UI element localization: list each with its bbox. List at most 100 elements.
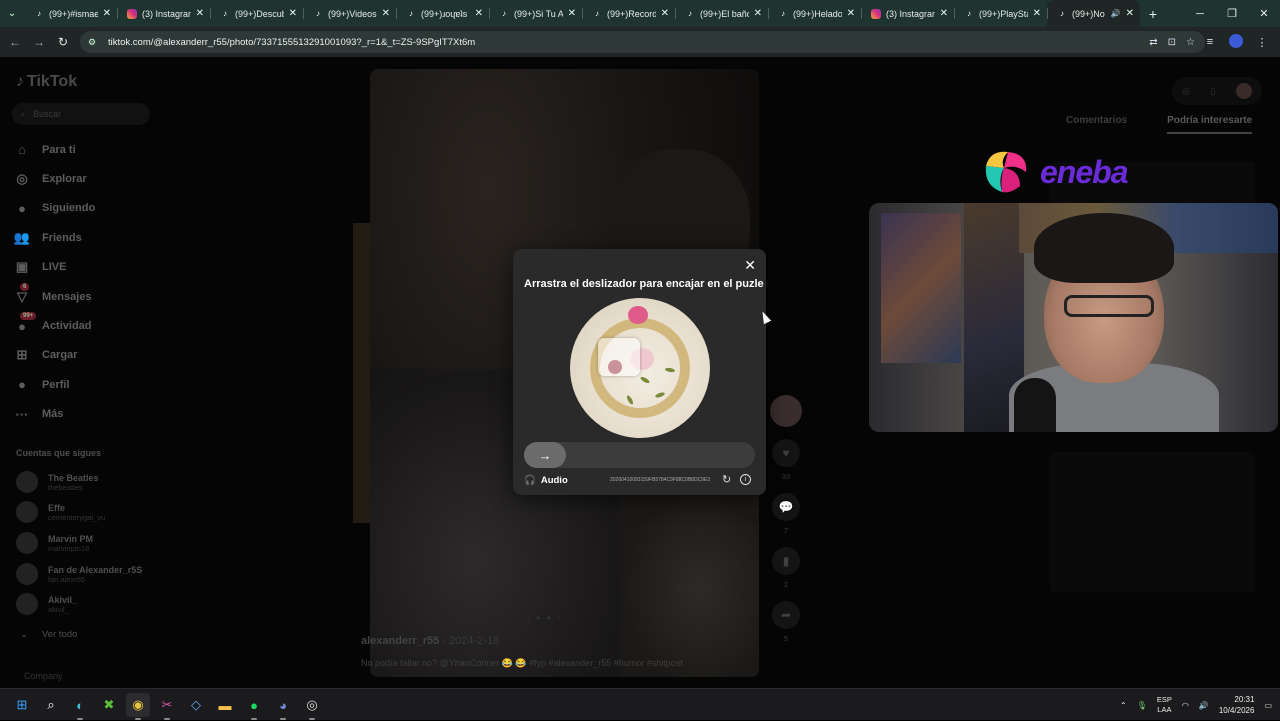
refresh-icon[interactable]: ↻ [722, 473, 731, 486]
bookmark-icon[interactable]: ▮ [772, 547, 800, 575]
language-indicator[interactable]: ESP LAA [1157, 695, 1172, 715]
browser-tab[interactable]: ♪ (99+)Si Tu A ✕ [489, 0, 582, 27]
user-avatar[interactable] [1235, 83, 1252, 99]
sidebar-item[interactable]: ● Perfil [14, 370, 95, 399]
tray-chevron-icon[interactable]: ⌃ [1120, 701, 1127, 710]
browser-tab[interactable]: ♪ (99+)Helado ✕ [768, 0, 861, 27]
device-icon[interactable]: ▯ [1210, 86, 1215, 97]
tab-recommended[interactable]: Podría interesarte [1167, 115, 1253, 134]
discord-icon[interactable]: ◕ [271, 693, 295, 720]
snipping-tool-icon[interactable]: ✂ [155, 693, 179, 720]
sidebar-item[interactable]: ⊞ Cargar [14, 341, 95, 370]
followed-account[interactable]: Effe cementerygal_vu [16, 501, 105, 523]
prev-icon[interactable]: ‹ [527, 613, 530, 622]
close-icon[interactable]: ✕ [744, 257, 756, 274]
sidebar-item[interactable]: ··· Más [14, 400, 95, 429]
tab-close-icon[interactable]: ✕ [1033, 8, 1041, 19]
obs-icon[interactable]: ◎ [300, 693, 324, 720]
tab-title: (99+)Descub [235, 8, 284, 19]
vscode-icon[interactable]: ◇ [184, 693, 208, 717]
author-avatar[interactable] [770, 395, 802, 427]
tab-audio-icon[interactable]: 🔊 [1111, 9, 1121, 18]
see-all-link[interactable]: ⌄ Ver todo [20, 629, 77, 640]
close-window-icon[interactable]: ✕ [1248, 0, 1280, 27]
tab-search-icon[interactable]: ⌄ [0, 0, 24, 27]
translate-icon[interactable]: ⇄ [1149, 37, 1157, 48]
followed-account[interactable]: Fan de Alexander_r5S fan.alexr55 [16, 563, 142, 585]
tab-close-icon[interactable]: ✕ [940, 8, 948, 19]
media-controls-icon[interactable]: ≡ [1200, 36, 1220, 48]
spotify-icon[interactable]: ● [242, 693, 266, 720]
tab-close-icon[interactable]: ✕ [196, 8, 204, 19]
volume-icon[interactable]: 🔊 [1199, 701, 1209, 710]
tab-close-icon[interactable]: ✕ [289, 8, 297, 19]
xbox-icon[interactable]: ✖ [97, 693, 121, 717]
search-input[interactable]: ⌕ Buscar [12, 103, 150, 125]
sidebar-item[interactable]: 👥 Friends [14, 223, 95, 252]
sidebar-item[interactable]: ▣ LIVE [14, 253, 95, 282]
comment-icon[interactable]: 💬 [772, 493, 800, 521]
followed-account[interactable]: Akivil_ akivil_ [16, 593, 77, 615]
tab-close-icon[interactable]: ✕ [475, 8, 483, 19]
edge-icon[interactable]: ◐ [68, 693, 92, 720]
browser-tab[interactable]: (3) Instagram ✕ [117, 0, 210, 27]
sidebar-item[interactable]: ● Siguiendo [14, 194, 95, 223]
reload-icon[interactable]: ↻ [51, 27, 75, 57]
tab-close-icon[interactable]: ✕ [661, 8, 669, 19]
forward-icon[interactable]: → [27, 27, 51, 57]
tab-close-icon[interactable]: ✕ [382, 8, 390, 19]
microphone-icon[interactable]: 🎙 [1137, 701, 1147, 710]
browser-tab[interactable]: ♪ (99+)Videos ✕ [303, 0, 396, 27]
wifi-icon[interactable]: ◠ [1182, 701, 1189, 710]
post-author[interactable]: alexanderr_r55 · 2024-2-18 [361, 635, 499, 647]
info-icon[interactable]: i [740, 474, 751, 485]
minimize-icon[interactable]: ─ [1184, 0, 1216, 27]
restore-icon[interactable]: ❐ [1216, 0, 1248, 27]
captcha-slider-track[interactable]: → [524, 442, 755, 468]
sidebar-item[interactable]: ● 99+ Actividad [14, 311, 95, 340]
browser-tab[interactable]: ♪ (99+)No 🔊 ✕ [1047, 0, 1140, 27]
tab-close-icon[interactable]: ✕ [847, 8, 855, 19]
browser-tab[interactable]: ♪ (99+)#ismae ✕ [24, 0, 117, 27]
clock[interactable]: 20:31 10/4/2026 [1219, 694, 1255, 716]
coins-icon[interactable]: ◎ [1182, 86, 1190, 97]
tab-comments[interactable]: Comentarios [1066, 115, 1127, 134]
install-icon[interactable]: ⊡ [1168, 37, 1176, 48]
tab-close-icon[interactable]: ✕ [754, 8, 762, 19]
post-username[interactable]: alexanderr_r55 [361, 635, 439, 647]
tab-close-icon[interactable]: ✕ [568, 8, 576, 19]
browser-tab[interactable]: ♪ (99+)Record ✕ [582, 0, 675, 27]
new-tab-button[interactable]: + [1140, 6, 1166, 22]
slider-handle[interactable]: → [524, 442, 566, 468]
site-info-icon[interactable]: ⚙ [88, 37, 100, 48]
tab-close-icon[interactable]: ✕ [1126, 8, 1134, 19]
next-icon[interactable]: › [557, 613, 560, 622]
profile-avatar[interactable] [1226, 33, 1246, 51]
followed-account[interactable]: Marvin PM marvinpm18 [16, 532, 93, 554]
sidebar-item[interactable]: ◎ Explorar [14, 164, 95, 193]
browser-tab[interactable]: ♪ (99+)El baño ✕ [675, 0, 768, 27]
carousel-dots[interactable]: ‹ ● ● › [527, 613, 560, 622]
chrome-menu-icon[interactable]: ⋮ [1252, 36, 1272, 49]
search-taskbar-icon[interactable]: ⌕ [39, 693, 63, 717]
tab-close-icon[interactable]: ✕ [103, 8, 111, 19]
browser-tab[interactable]: (3) Instagram ✕ [861, 0, 954, 27]
browser-tab[interactable]: ♪ (99+)ɹoɥɐʇs ✕ [396, 0, 489, 27]
sidebar-item[interactable]: ▽ 6 Mensajes [14, 282, 95, 311]
back-icon[interactable]: ← [3, 27, 27, 57]
windows-start-icon[interactable]: ⊞ [10, 693, 34, 717]
address-bar[interactable]: ⚙ tiktok.com/@alexanderr_r55/photo/73371… [80, 31, 1205, 53]
file-explorer-icon[interactable]: ▬ [213, 693, 237, 717]
bookmark-star-icon[interactable]: ☆ [1186, 37, 1195, 48]
sidebar-item[interactable]: ⌂ Para ti [14, 135, 95, 164]
like-icon[interactable]: ♥ [772, 439, 800, 467]
tiktok-logo[interactable]: ♪ TikTok [16, 73, 77, 91]
share-icon[interactable]: ➦ [772, 601, 800, 629]
browser-tab[interactable]: ♪ (99+)Descub ✕ [210, 0, 303, 27]
company-link[interactable]: Company [24, 671, 63, 681]
audio-button[interactable]: 🎧 Audio [524, 475, 568, 486]
notifications-icon[interactable]: ▭ [1264, 701, 1272, 710]
followed-account[interactable]: The Beatles thebeatles [16, 471, 99, 493]
chrome-icon[interactable]: ◉ [126, 693, 150, 720]
browser-tab[interactable]: ♪ (99+)PlaySta ✕ [954, 0, 1047, 27]
